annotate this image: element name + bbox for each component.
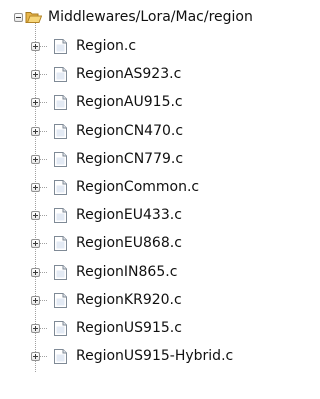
tree-node-root-folder[interactable]: Middlewares/Lora/Mac/region [0, 4, 318, 32]
c-file-icon [54, 39, 67, 54]
file-label: Region.c [76, 38, 137, 54]
expand-toggle-icon[interactable] [31, 268, 40, 277]
file-label: RegionEU868.c [76, 235, 182, 251]
file-label: RegionUS915-Hybrid.c [76, 348, 234, 364]
c-file-icon [54, 321, 67, 336]
c-file-icon [54, 208, 67, 223]
expand-toggle-icon[interactable] [31, 352, 40, 361]
tree-node-file[interactable]: RegionAU915.c [0, 89, 318, 117]
tree-node-file[interactable]: RegionEU868.c [0, 230, 318, 258]
tree-node-file[interactable]: RegionCN779.c [0, 146, 318, 174]
file-label: RegionCN779.c [76, 151, 184, 167]
c-file-icon [54, 124, 67, 139]
file-label: RegionCommon.c [76, 179, 200, 195]
c-file-icon [54, 67, 67, 82]
c-file-icon [54, 95, 67, 110]
collapse-toggle-icon[interactable] [14, 13, 23, 22]
c-file-icon [54, 293, 67, 308]
expand-toggle-icon[interactable] [31, 98, 40, 107]
tree-node-file[interactable]: RegionEU433.c [0, 202, 318, 230]
tree-node-file[interactable]: RegionIN865.c [0, 259, 318, 287]
tree-node-file[interactable]: Region.c [0, 33, 318, 61]
root-folder-label: Middlewares/Lora/Mac/region [48, 9, 253, 25]
c-file-icon [54, 180, 67, 195]
file-label: RegionEU433.c [76, 207, 182, 223]
file-label: RegionKR920.c [76, 292, 182, 308]
expand-toggle-icon[interactable] [31, 155, 40, 164]
tree-node-file[interactable]: RegionKR920.c [0, 287, 318, 315]
tree-node-file[interactable]: RegionAS923.c [0, 61, 318, 89]
file-label: RegionAS923.c [76, 66, 182, 82]
c-file-icon [54, 349, 67, 364]
c-file-icon [54, 152, 67, 167]
c-file-icon [54, 265, 67, 280]
file-label: RegionIN865.c [76, 264, 178, 280]
tree-node-file[interactable]: RegionCommon.c [0, 174, 318, 202]
tree-node-file[interactable]: RegionUS915-Hybrid.c [0, 343, 318, 371]
file-label: RegionAU915.c [76, 94, 183, 110]
tree-node-file[interactable]: RegionCN470.c [0, 118, 318, 146]
expand-toggle-icon[interactable] [31, 239, 40, 248]
expand-toggle-icon[interactable] [31, 183, 40, 192]
expand-toggle-icon[interactable] [31, 70, 40, 79]
project-file-tree: Middlewares/Lora/Mac/region Region.c Regi… [0, 0, 318, 399]
folder-open-icon [25, 12, 42, 23]
file-label: RegionUS915.c [76, 320, 182, 336]
expand-toggle-icon[interactable] [31, 127, 40, 136]
c-file-icon [54, 236, 67, 251]
tree-node-file[interactable]: RegionUS915.c [0, 315, 318, 343]
expand-toggle-icon[interactable] [31, 211, 40, 220]
file-label: RegionCN470.c [76, 123, 184, 139]
expand-toggle-icon[interactable] [31, 42, 40, 51]
expand-toggle-icon[interactable] [31, 296, 40, 305]
expand-toggle-icon[interactable] [31, 324, 40, 333]
